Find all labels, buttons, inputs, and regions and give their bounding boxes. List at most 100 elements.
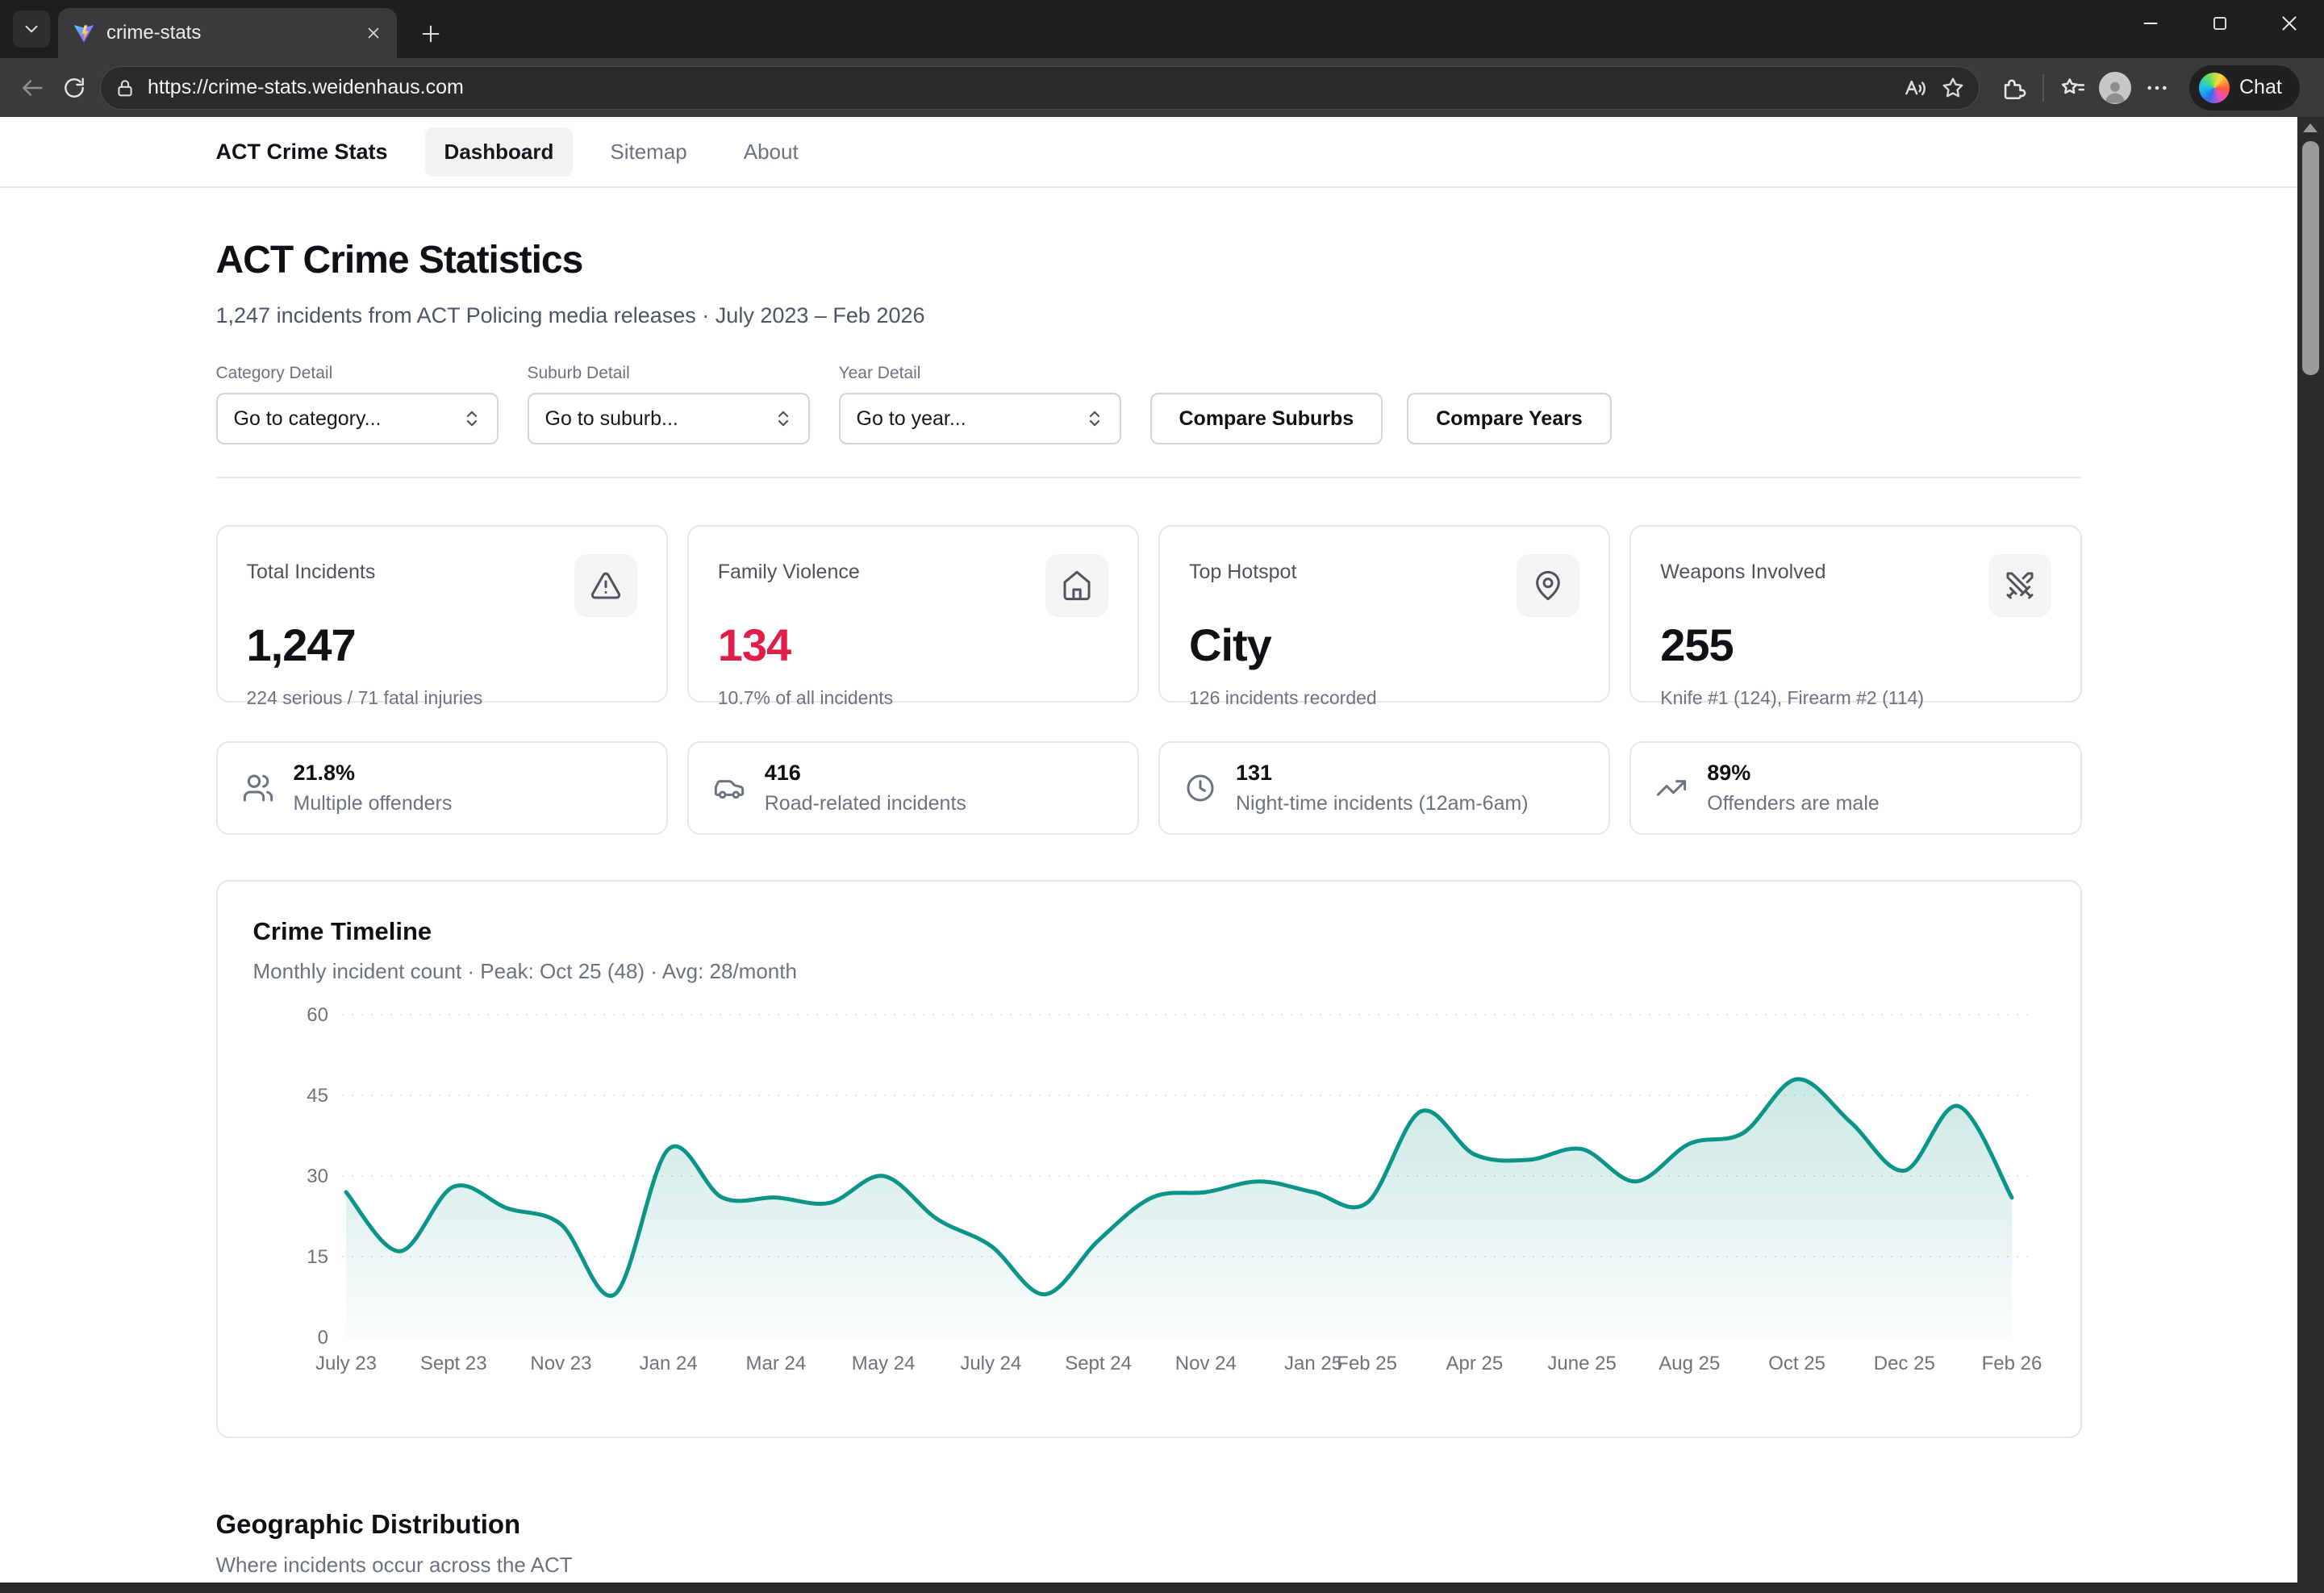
scrollbar-up-arrow-icon[interactable] xyxy=(2303,123,2318,132)
quick-stat-chip: 89% Offenders are male xyxy=(1629,741,2081,835)
detail-select-group: Category Detail Go to category... xyxy=(216,364,499,444)
svg-text:Feb 25: Feb 25 xyxy=(1337,1353,1397,1374)
minimize-icon xyxy=(2140,13,2161,34)
svg-text:July 24: July 24 xyxy=(960,1353,1021,1374)
svg-text:Jan 25: Jan 25 xyxy=(1284,1353,1342,1374)
copilot-icon xyxy=(2199,73,2230,103)
new-tab-button[interactable] xyxy=(413,16,449,52)
nav-items: Dashboard Sitemap About xyxy=(425,127,818,177)
back-button[interactable] xyxy=(11,67,53,109)
stat-cards-row: Total Incidents 1,247 224 serious / 71 f… xyxy=(216,525,2082,703)
compare-button[interactable]: Compare Suburbs xyxy=(1150,393,1383,444)
crime-timeline-card: Crime Timeline Monthly incident count · … xyxy=(216,880,2082,1438)
favorite-star-icon[interactable] xyxy=(1940,75,1966,101)
svg-text:Sept 23: Sept 23 xyxy=(419,1353,486,1374)
more-options-button[interactable] xyxy=(2136,67,2178,109)
favorites-hub-button[interactable] xyxy=(2052,67,2094,109)
page-subtitle: 1,247 incidents from ACT Policing media … xyxy=(216,303,2082,328)
avatar xyxy=(2099,72,2131,104)
chevrons-up-down-icon xyxy=(460,407,484,431)
browser-tab-strip: crime-stats xyxy=(0,0,2324,58)
toolbar-divider xyxy=(2042,74,2044,102)
brand[interactable]: ACT Crime Stats xyxy=(216,140,388,165)
quick-stat-label: Multiple offenders xyxy=(294,792,453,815)
detail-select[interactable]: Go to suburb... xyxy=(528,393,810,444)
nav-item-dashboard[interactable]: Dashboard xyxy=(425,127,574,177)
stat-card-label: Weapons Involved xyxy=(1660,554,1825,584)
alert-triangle-icon xyxy=(574,554,637,617)
svg-text:June 25: June 25 xyxy=(1547,1353,1616,1374)
scrollbar[interactable] xyxy=(2297,117,2324,1593)
favorites-list-icon xyxy=(2059,74,2087,102)
scrollbar-thumb[interactable] xyxy=(2302,141,2319,375)
svg-text:July 23: July 23 xyxy=(315,1353,376,1374)
window-controls xyxy=(2116,0,2324,47)
person-icon xyxy=(2101,77,2129,104)
chat-label: Chat xyxy=(2239,76,2282,99)
quick-stat-value: 89% xyxy=(1707,761,1880,786)
extensions-button[interactable] xyxy=(1992,67,2034,109)
plus-icon xyxy=(419,23,442,45)
window-maximize-button[interactable] xyxy=(2185,0,2255,47)
back-arrow-icon xyxy=(19,74,46,102)
crime-timeline-chart: 015304560July 23Sept 23Nov 23Jan 24Mar 2… xyxy=(253,992,2048,1403)
nav-item-sitemap[interactable]: Sitemap xyxy=(590,127,706,177)
detail-select[interactable]: Go to category... xyxy=(216,393,499,444)
geo-section: Geographic Distribution Where incidents … xyxy=(216,1509,2082,1583)
geo-subtitle: Where incidents occur across the ACT xyxy=(216,1553,2082,1578)
geo-title: Geographic Distribution xyxy=(216,1509,2082,1540)
window-minimize-button[interactable] xyxy=(2116,0,2185,47)
quick-stat-label: Road-related incidents xyxy=(765,792,966,815)
detail-select[interactable]: Go to year... xyxy=(839,393,1121,444)
svg-text:Nov 24: Nov 24 xyxy=(1175,1353,1236,1374)
stat-card-sub: Knife #1 (124), Firearm #2 (114) xyxy=(1660,687,2051,709)
stat-card: Total Incidents 1,247 224 serious / 71 f… xyxy=(216,525,668,703)
window-close-button[interactable] xyxy=(2255,0,2324,47)
profile-button[interactable] xyxy=(2094,67,2136,109)
stat-card-sub: 126 incidents recorded xyxy=(1189,687,1579,709)
chevron-down-icon xyxy=(21,19,42,40)
tab-close-icon[interactable] xyxy=(365,24,382,42)
refresh-button[interactable] xyxy=(53,67,95,109)
page-content: ACT Crime Stats Dashboard Sitemap About … xyxy=(0,117,2297,1583)
swords-icon xyxy=(1988,554,2051,617)
detail-select-group: Year Detail Go to year... xyxy=(839,364,1121,444)
stat-card-sub: 224 serious / 71 fatal injuries xyxy=(247,687,637,709)
quick-stat-value: 131 xyxy=(1236,761,1529,786)
maximize-icon xyxy=(2210,14,2230,33)
svg-text:60: 60 xyxy=(307,1004,328,1026)
refresh-icon xyxy=(61,75,87,101)
nav-item-about[interactable]: About xyxy=(724,127,818,177)
url-text[interactable]: https://crime-stats.weidenhaus.com xyxy=(148,76,1890,99)
svg-text:Feb 26: Feb 26 xyxy=(1981,1353,2042,1374)
stat-card-value: 255 xyxy=(1660,619,2051,671)
lock-icon xyxy=(114,77,136,99)
timeline-title: Crime Timeline xyxy=(253,917,2045,946)
svg-text:30: 30 xyxy=(307,1166,328,1187)
stat-card: Top Hotspot City 126 incidents recorded xyxy=(1158,525,1610,703)
tab-title: crime-stats xyxy=(106,22,353,44)
quick-stat-label: Offenders are male xyxy=(1707,792,1880,815)
quick-stat-label: Night-time incidents (12am-6am) xyxy=(1236,792,1529,815)
chevrons-up-down-icon xyxy=(771,407,795,431)
compare-button[interactable]: Compare Years xyxy=(1407,393,1612,444)
browser-tab[interactable]: crime-stats xyxy=(58,8,397,58)
svg-text:Mar 24: Mar 24 xyxy=(745,1353,806,1374)
svg-text:45: 45 xyxy=(307,1085,328,1107)
read-aloud-icon[interactable] xyxy=(1901,74,1929,102)
copilot-chat-button[interactable]: Chat xyxy=(2189,65,2300,111)
stat-card-label: Top Hotspot xyxy=(1189,554,1296,584)
map-pin-icon xyxy=(1517,554,1579,617)
clock-icon xyxy=(1184,772,1216,804)
tab-list-button[interactable] xyxy=(13,10,50,48)
svg-text:Nov 23: Nov 23 xyxy=(530,1353,591,1374)
stat-card-value: 1,247 xyxy=(247,619,637,671)
taskbar-edge xyxy=(0,1583,2324,1593)
quick-stats-row: 21.8% Multiple offenders 416 Road-relate… xyxy=(216,741,2082,835)
stat-card-value: City xyxy=(1189,619,1579,671)
stat-card: Family Violence 134 10.7% of all inciden… xyxy=(687,525,1139,703)
quick-stat-chip: 21.8% Multiple offenders xyxy=(216,741,668,835)
timeline-subtitle: Monthly incident count · Peak: Oct 25 (4… xyxy=(253,959,2045,984)
svg-text:Sept 24: Sept 24 xyxy=(1065,1353,1132,1374)
url-bar[interactable]: https://crime-stats.weidenhaus.com xyxy=(100,66,1980,110)
